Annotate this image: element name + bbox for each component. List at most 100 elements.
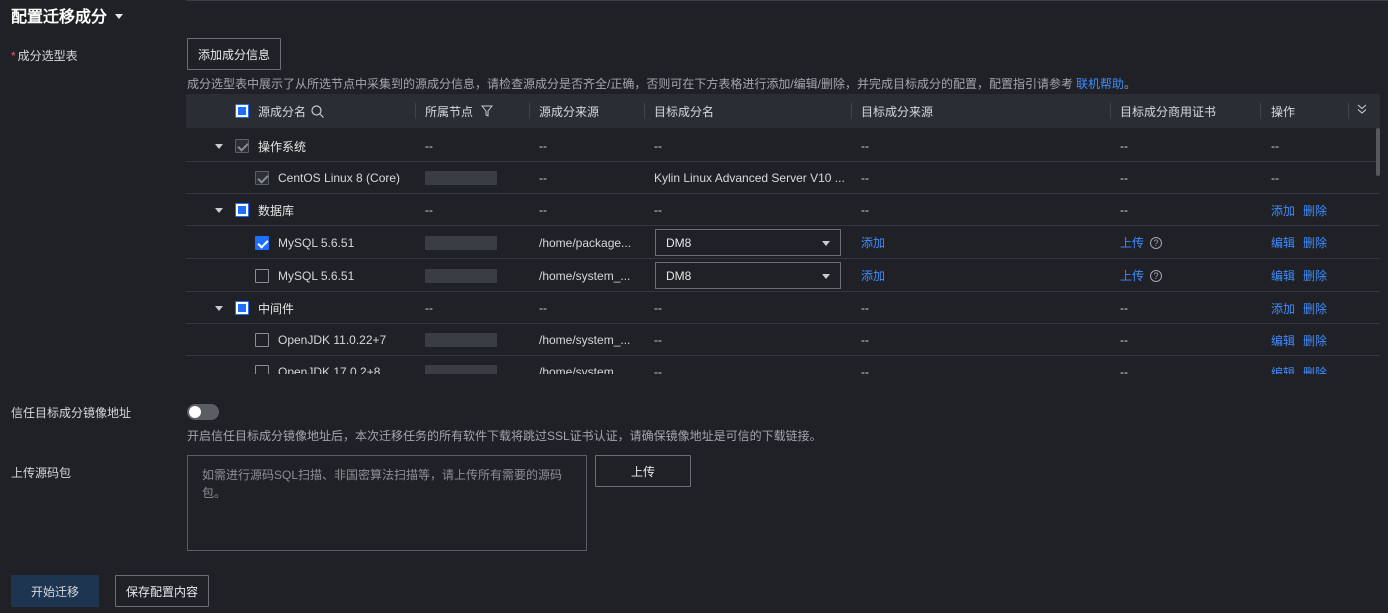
- header-license: 目标成分商用证书: [1120, 104, 1217, 119]
- license-cell: --: [1120, 139, 1128, 153]
- upload-license-link[interactable]: 上传: [1120, 267, 1144, 284]
- header-select-all[interactable]: [235, 94, 249, 128]
- target-select-value: DM8: [666, 268, 692, 283]
- node-cell: --: [425, 139, 433, 153]
- upload-button[interactable]: 上传: [595, 455, 691, 487]
- header-target-name: 目标成分名: [654, 104, 715, 119]
- target-origin-cell: --: [861, 139, 869, 153]
- upload-license-link[interactable]: 上传: [1120, 234, 1144, 251]
- group-name: 中间件: [258, 301, 295, 316]
- source-name-cell: OpenJDK 17.0.2+8: [278, 365, 381, 374]
- table-row: 中间件 -- -- -- -- -- 添加 删除: [186, 292, 1380, 324]
- target-origin-cell: --: [861, 301, 869, 315]
- row-checkbox[interactable]: [255, 268, 269, 283]
- hint-text: 成分选型表中展示了从所选节点中采集到的源成分信息，请检查源成分是否齐全/正确，否…: [187, 77, 1074, 91]
- select-all-checkbox[interactable]: [235, 104, 249, 118]
- search-icon[interactable]: [311, 104, 324, 118]
- chevron-down-icon[interactable]: [115, 13, 124, 19]
- row-checkbox[interactable]: [235, 301, 249, 315]
- trust-mirror-toggle[interactable]: [187, 404, 219, 420]
- table-row: OpenJDK 11.0.22+7 /home/system_... -- --…: [186, 324, 1380, 356]
- license-cell: --: [1120, 365, 1128, 374]
- trust-mirror-label: 信任目标成分镜像地址: [11, 406, 132, 420]
- row-checkbox[interactable]: [255, 365, 269, 374]
- table-row: OpenJDK 17.0.2+8 /home/system... -- -- -…: [186, 356, 1380, 374]
- row-checkbox[interactable]: [235, 203, 249, 217]
- target-cell: --: [654, 301, 662, 315]
- target-cell: Kylin Linux Advanced Server V10 ...: [654, 171, 845, 185]
- upload-source-label: 上传源码包: [11, 466, 72, 480]
- expand-caret-icon[interactable]: [215, 305, 223, 311]
- row-checkbox: [235, 139, 249, 153]
- redacted-node: [425, 365, 497, 374]
- section-header[interactable]: 配置迁移成分: [11, 3, 124, 27]
- group-name: 操作系统: [258, 139, 307, 154]
- help-icon[interactable]: ?: [1150, 236, 1163, 249]
- target-cell: --: [654, 333, 662, 347]
- source-cell: --: [539, 171, 547, 185]
- expand-caret-icon[interactable]: [215, 207, 223, 213]
- delete-link[interactable]: 删除: [1303, 332, 1327, 349]
- add-component-button[interactable]: 添加成分信息: [187, 38, 281, 70]
- source-name-cell: MySQL 5.6.51: [278, 235, 355, 250]
- header-source-name: 源成分名: [258, 94, 324, 128]
- delete-link[interactable]: 删除: [1303, 364, 1327, 375]
- source-name-cell: MySQL 5.6.51: [278, 268, 355, 283]
- collapse-columns-icon[interactable]: [1356, 103, 1368, 115]
- start-migration-button[interactable]: 开始迁移: [11, 575, 99, 607]
- component-table-label: * 成分选型表: [11, 47, 78, 64]
- table-scrollbar[interactable]: [1376, 128, 1380, 176]
- delete-link[interactable]: 删除: [1303, 267, 1327, 284]
- component-table: 源成分名 所属节点 源成分来源 目标成分名 目标成分来源 目标成分商用证书 操作…: [186, 94, 1380, 374]
- add-link[interactable]: 添加: [1271, 202, 1295, 219]
- target-select[interactable]: DM8: [655, 262, 841, 289]
- add-target-origin-link[interactable]: 添加: [861, 234, 885, 251]
- source-cell: /home/package...: [539, 235, 632, 250]
- expand-caret-icon[interactable]: [215, 143, 223, 149]
- online-help-link[interactable]: 联机帮助: [1076, 77, 1124, 91]
- source-cell: --: [539, 203, 547, 217]
- trust-mirror-hint: 开启信任目标成分镜像地址后，本次迁移任务的所有软件下载将跳过SSL证书认证，请确…: [187, 429, 822, 443]
- group-name: 数据库: [258, 203, 295, 218]
- component-table-hint: 成分选型表中展示了从所选节点中采集到的源成分信息，请检查源成分是否齐全/正确，否…: [187, 75, 1136, 92]
- target-select[interactable]: DM8: [655, 229, 841, 256]
- filter-icon[interactable]: [481, 105, 494, 117]
- target-select-value: DM8: [666, 235, 692, 250]
- source-name-cell: OpenJDK 11.0.22+7: [278, 333, 387, 347]
- table-header: 源成分名 所属节点 源成分来源 目标成分名 目标成分来源 目标成分商用证书 操作: [186, 94, 1380, 128]
- delete-link[interactable]: 删除: [1303, 202, 1327, 219]
- source-package-input[interactable]: 如需进行源码SQL扫描、非国密算法扫描等，请上传所有需要的源码包。: [187, 455, 587, 551]
- redacted-node: [425, 268, 497, 283]
- edit-link[interactable]: 编辑: [1271, 332, 1295, 349]
- chevron-down-icon: [822, 241, 830, 246]
- source-cell: /home/system_...: [539, 333, 631, 347]
- source-cell: /home/system...: [539, 365, 624, 374]
- add-target-origin-link[interactable]: 添加: [861, 267, 885, 284]
- edit-link[interactable]: 编辑: [1271, 364, 1295, 375]
- license-cell: --: [1120, 333, 1128, 347]
- source-cell: --: [539, 139, 547, 153]
- source-cell: --: [539, 301, 547, 315]
- header-source-origin: 源成分来源: [539, 104, 600, 119]
- edit-link[interactable]: 编辑: [1271, 267, 1295, 284]
- row-checkbox: [255, 171, 269, 185]
- add-link[interactable]: 添加: [1271, 300, 1295, 317]
- license-cell: --: [1120, 203, 1128, 217]
- header-node-text: 所属节点: [425, 104, 474, 119]
- actions-cell: --: [1271, 139, 1279, 153]
- table-row: MySQL 5.6.51 /home/package... DM8 添加 上传 …: [186, 226, 1380, 259]
- edit-link[interactable]: 编辑: [1271, 234, 1295, 251]
- delete-link[interactable]: 删除: [1303, 234, 1327, 251]
- save-config-button[interactable]: 保存配置内容: [115, 575, 209, 607]
- source-cell: /home/system_...: [539, 268, 631, 283]
- row-checkbox[interactable]: [255, 235, 269, 250]
- help-icon[interactable]: ?: [1150, 269, 1163, 282]
- redacted-node: [425, 333, 497, 347]
- table-row: 数据库 -- -- -- -- -- 添加 删除: [186, 194, 1380, 226]
- top-divider: [186, 0, 1388, 1]
- target-origin-cell: --: [861, 333, 869, 347]
- row-checkbox[interactable]: [255, 333, 269, 347]
- target-origin-cell: --: [861, 171, 869, 185]
- delete-link[interactable]: 删除: [1303, 300, 1327, 317]
- chevron-down-icon: [822, 274, 830, 279]
